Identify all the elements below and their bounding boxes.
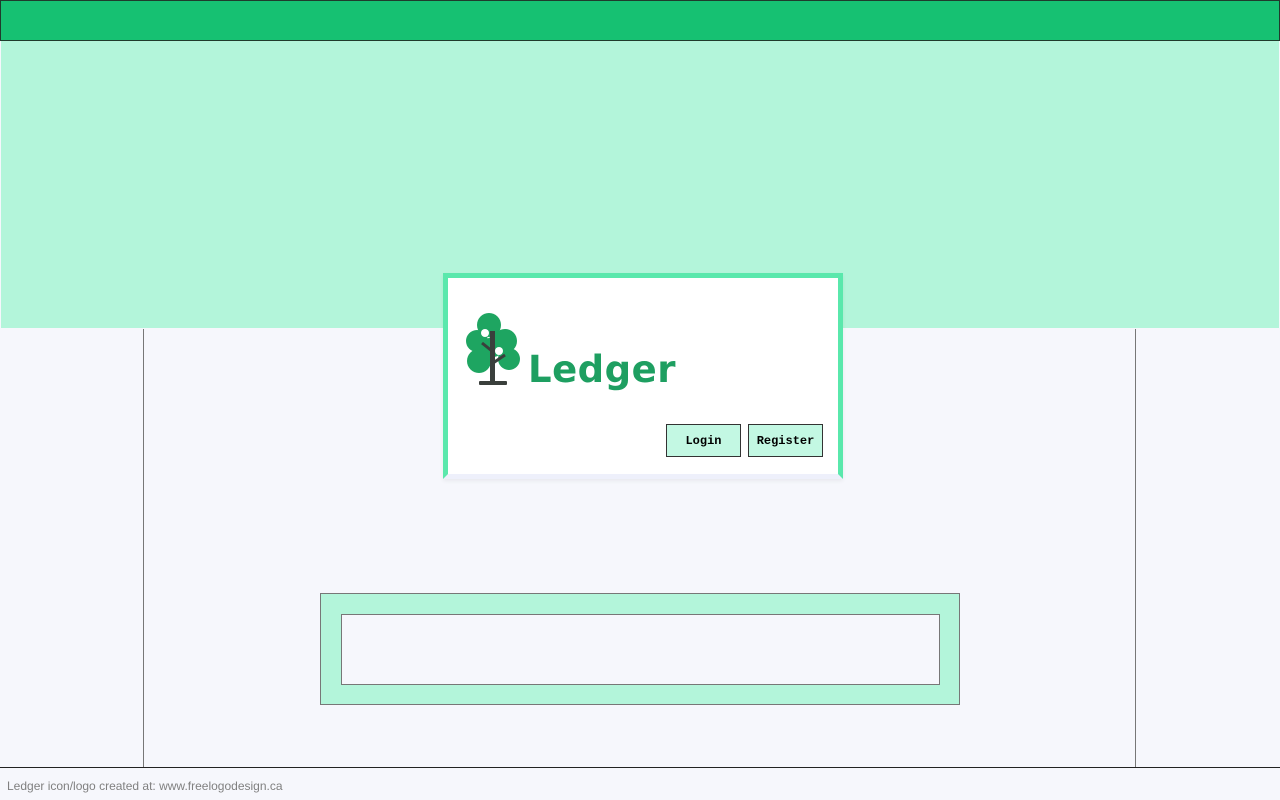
content-right-border bbox=[1135, 329, 1136, 767]
login-button[interactable]: Login bbox=[666, 424, 741, 457]
login-card: Ledger Login Register bbox=[443, 273, 843, 479]
content-left-border bbox=[143, 329, 144, 767]
register-button[interactable]: Register bbox=[748, 424, 823, 457]
footer-credit: Ledger icon/logo created at: www.freelog… bbox=[7, 779, 283, 793]
content-panel-inner bbox=[341, 614, 940, 685]
top-navbar bbox=[0, 0, 1280, 41]
logo-text: Ledger bbox=[528, 348, 676, 391]
app-logo: Ledger bbox=[465, 311, 676, 392]
footer-divider bbox=[0, 767, 1280, 768]
content-panel bbox=[320, 593, 960, 705]
tree-icon bbox=[465, 311, 525, 392]
